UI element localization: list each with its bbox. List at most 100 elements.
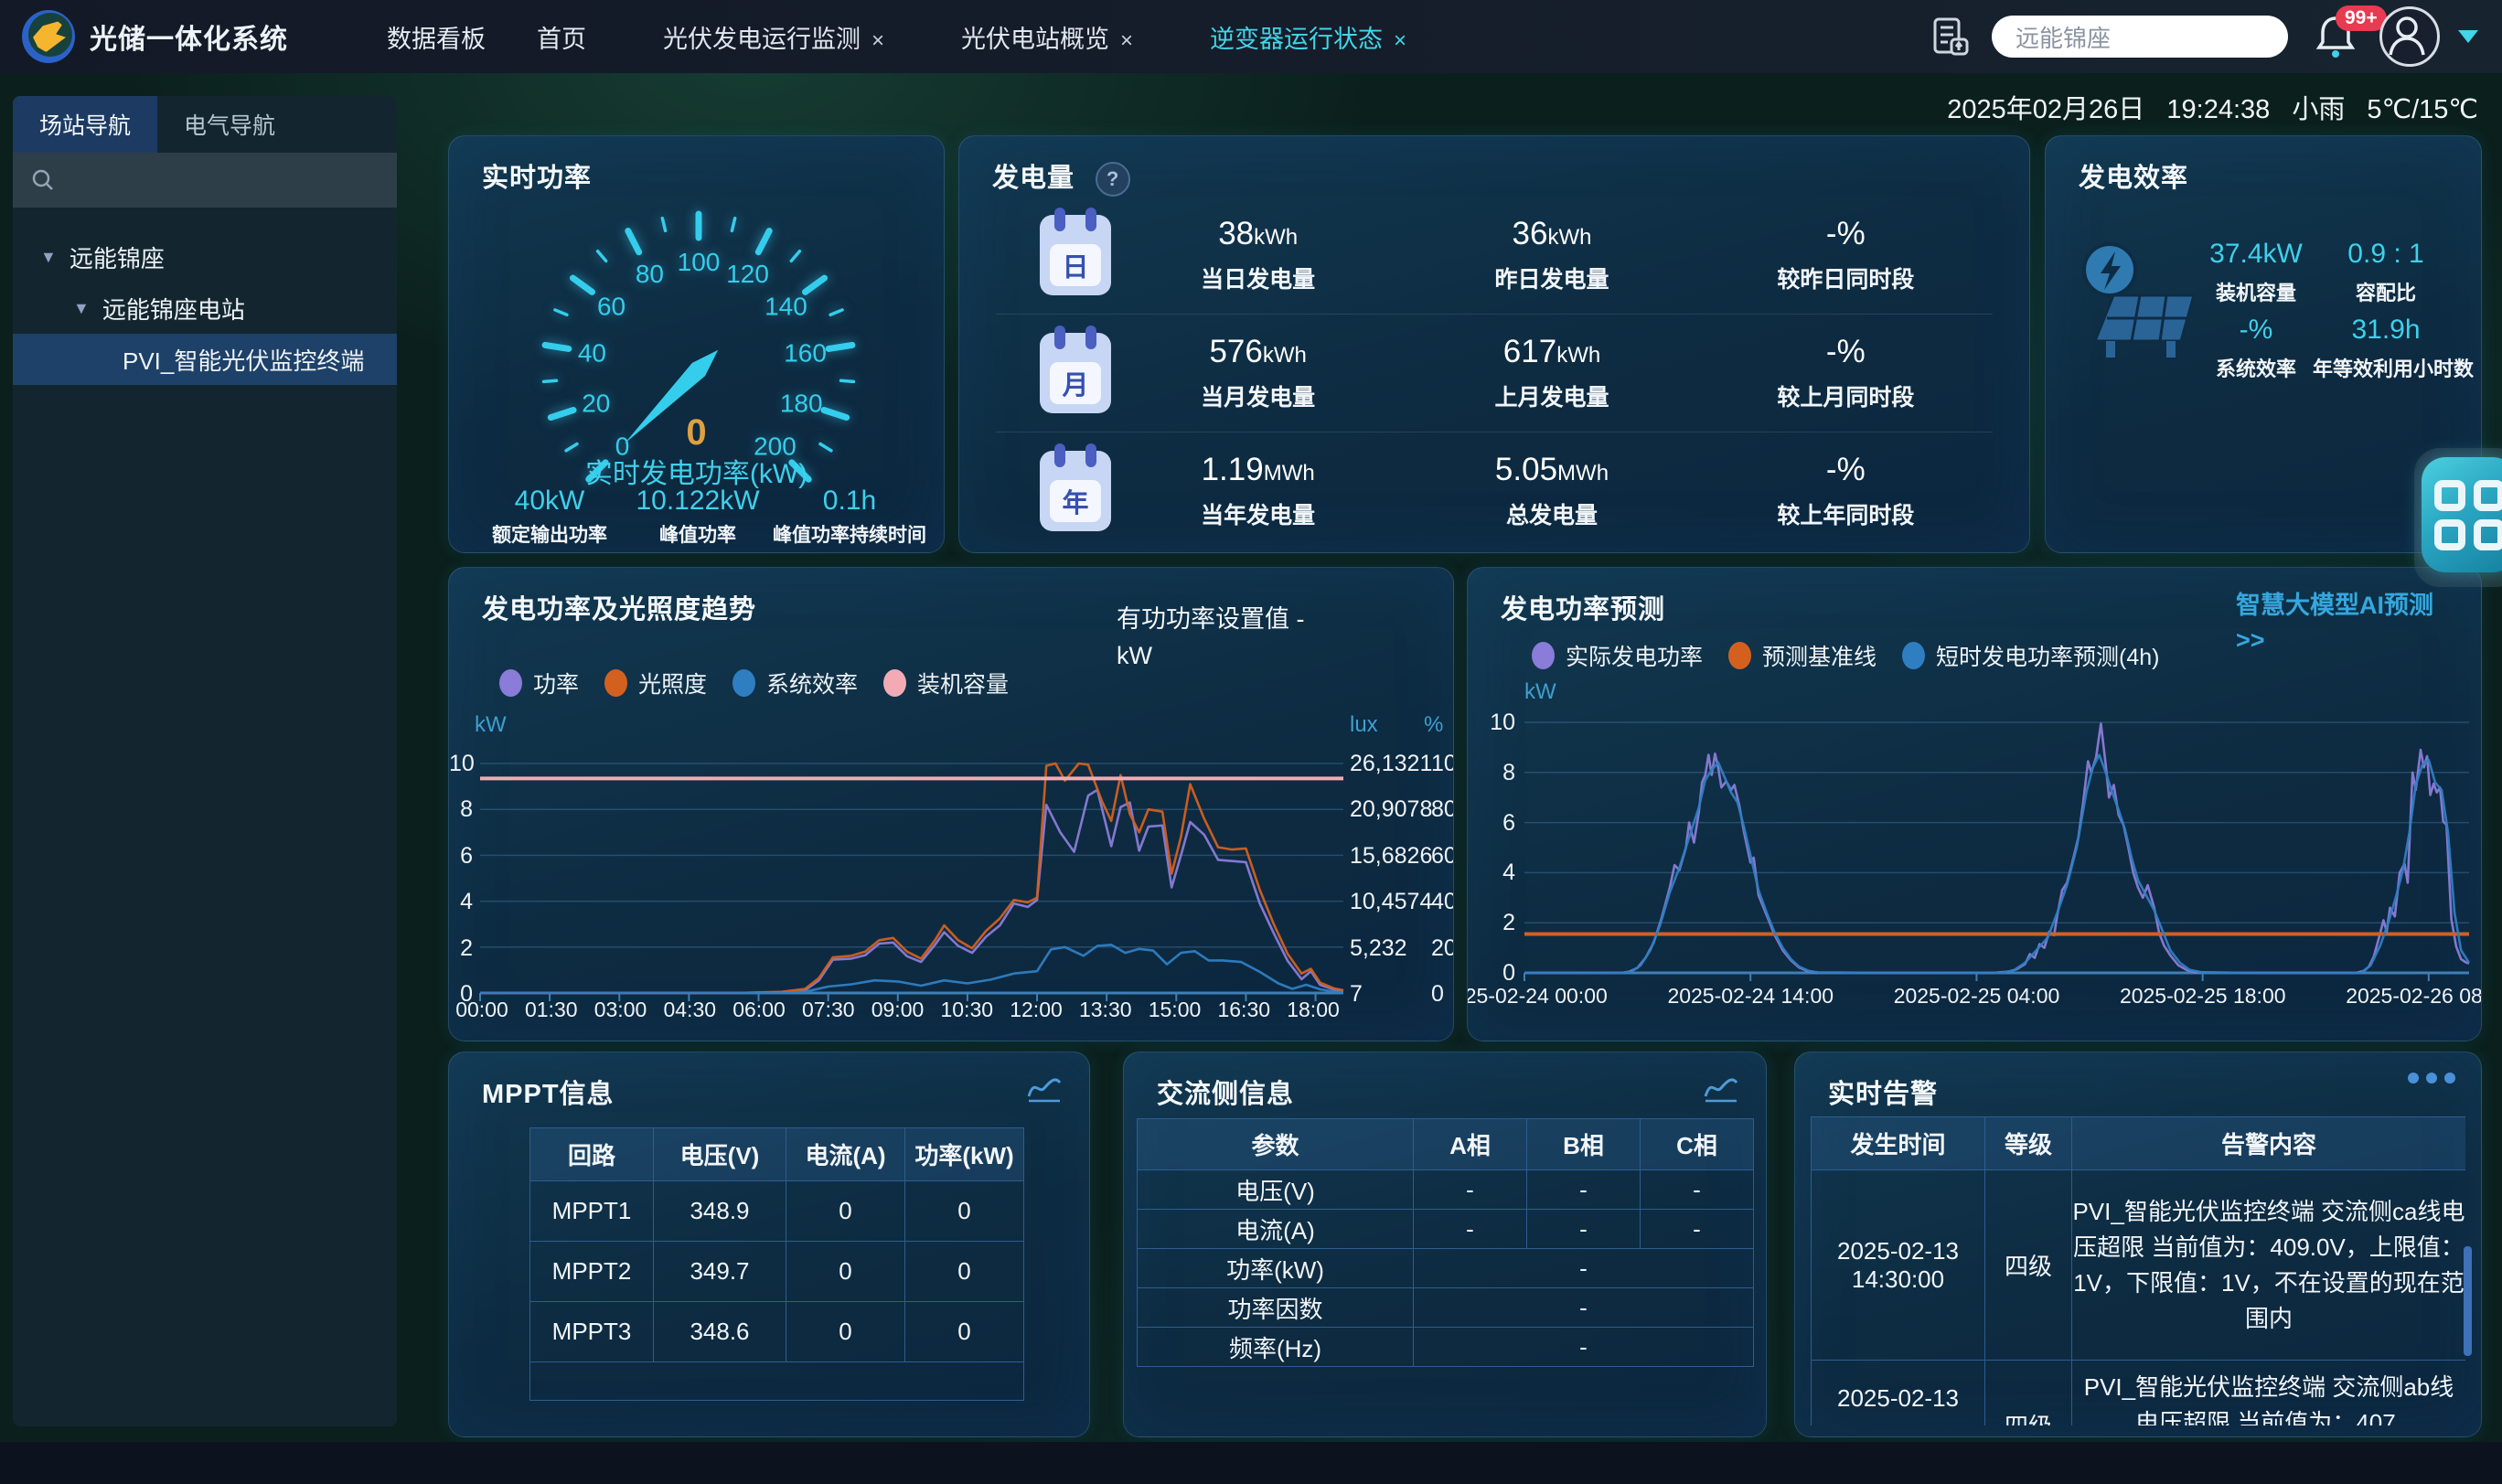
status-bar: 2025年02月26日 19:24:38 小雨 5℃/15℃ xyxy=(1932,88,2478,126)
search-input[interactable] xyxy=(1992,16,2288,58)
close-icon[interactable]: × xyxy=(1394,28,1406,53)
temperature: 5℃/15℃ xyxy=(2367,95,2478,124)
table-row: 功率因数- xyxy=(1138,1288,1754,1328)
table-header-row: 发生时间 等级 告警内容 xyxy=(1812,1117,2466,1170)
alarm-row: 2025-02-13 四级 PVI_智能光伏监控终端 交流侧ab线电压超限 当前… xyxy=(1812,1361,2466,1426)
panel-title: MPPT信息 xyxy=(482,1073,615,1111)
col-header: B相 xyxy=(1527,1119,1641,1170)
tree-expand-icon[interactable]: ▼ xyxy=(73,299,90,318)
tree-expand-icon[interactable]: ▼ xyxy=(40,248,57,267)
alarm-content: PVI_智能光伏监控终端 交流侧ab线电压超限 当前值为：407. xyxy=(2072,1361,2466,1426)
calendar-day-icon: 日 xyxy=(1040,215,1111,295)
scrollbar-thumb[interactable] xyxy=(2464,1246,2472,1356)
legend-dot xyxy=(1728,642,1751,669)
close-icon[interactable]: × xyxy=(871,28,884,53)
table-row: 电压(V)--- xyxy=(1138,1170,1754,1210)
power-irradiance-trend-panel: 发电功率及光照度趋势 有功功率设置值 -kW 功率 光照度 系统效率 装机容量 … xyxy=(448,567,1454,1041)
svg-text:80: 80 xyxy=(636,260,664,288)
legend-dot xyxy=(883,669,906,697)
sidebar-search-input[interactable] xyxy=(13,153,397,208)
legend-item-power[interactable]: 功率 xyxy=(499,667,579,699)
legend-item-short-term-forecast[interactable]: 短时发电功率预测(4h) xyxy=(1902,639,2159,672)
legend-item-actual-power[interactable]: 实际发电功率 xyxy=(1532,639,1703,672)
tree-node-plant[interactable]: ▼ 远能锦座电站 xyxy=(13,283,397,334)
x-axis-ticks: 2025-02-24 00:002025-02-24 14:002025-02-… xyxy=(1467,984,2482,1009)
panel-title-text: 发电量 xyxy=(992,164,1075,193)
help-icon[interactable]: ? xyxy=(1096,162,1130,197)
table-header-row: 回路 电压(V) 电流(A) 功率(kW) xyxy=(530,1128,1024,1181)
energy-panel: 发电量 ? 日 38kWh当日发电量 36kWh昨日发电量 -%较昨日同时段 月… xyxy=(958,135,2030,553)
sidebar-tab-electrical-nav[interactable]: 电气导航 xyxy=(157,96,302,153)
avatar[interactable] xyxy=(2379,6,2440,67)
energy-stat: -%较昨日同时段 xyxy=(1699,216,1993,294)
table-row: 频率(Hz)- xyxy=(1138,1328,1754,1367)
legend-item-installed-capacity[interactable]: 装机容量 xyxy=(883,667,1009,699)
more-options-icon[interactable] xyxy=(2408,1073,2455,1084)
energy-row-year: 年 1.19MWh当年发电量 5.05MWh总发电量 -%较上年同时段 xyxy=(996,432,1993,550)
app-title: 光储一体化系统 xyxy=(90,16,288,57)
line-chart-icon[interactable] xyxy=(1702,1073,1740,1105)
tree-node-label: 远能锦座 xyxy=(70,240,165,274)
energy-stat: -%较上年同时段 xyxy=(1699,452,1993,530)
legend-item-system-efficiency[interactable]: 系统效率 xyxy=(732,667,858,699)
x-axis-ticks: 00:0001:3003:0004:3006:0007:3009:0010:30… xyxy=(453,998,1342,1022)
table-row: 电流(A)--- xyxy=(1138,1210,1754,1249)
alarm-time: 2025-02-13 xyxy=(1812,1361,1985,1426)
tree-node-label: PVI_智能光伏监控终端 xyxy=(123,343,364,377)
nav-item-dashboard[interactable]: 数据看板 xyxy=(387,19,486,55)
col-header: 参数 xyxy=(1138,1119,1414,1170)
legend-dot xyxy=(732,669,755,697)
quick-menu-button[interactable] xyxy=(2422,457,2502,572)
legend-dot xyxy=(1532,642,1555,669)
report-icon[interactable] xyxy=(1930,16,1972,58)
calendar-year-icon: 年 xyxy=(1040,451,1111,531)
svg-text:40: 40 xyxy=(578,339,606,368)
energy-stat: 576kWh当月发电量 xyxy=(1111,334,1405,412)
ai-forecast-link[interactable]: 智慧大模型AI预测>> xyxy=(2236,588,2465,657)
col-header: 回路 xyxy=(530,1128,654,1181)
panel-title: 发电效率 xyxy=(2079,156,2188,195)
notifications-button[interactable]: 99+ xyxy=(2312,11,2363,62)
nav-tab-label: 光伏电站概览 xyxy=(961,26,1109,53)
mppt-info-panel: MPPT信息 回路 电压(V) 电流(A) 功率(kW) MPPT1348.90… xyxy=(448,1052,1090,1437)
notification-badge: 99+ xyxy=(2336,5,2387,31)
table-row: MPPT3348.600 xyxy=(530,1302,1024,1362)
chevron-down-icon[interactable] xyxy=(2458,30,2478,43)
sidebar-tab-station-nav[interactable]: 场站导航 xyxy=(13,96,157,153)
peak-duration-value: 0.1h xyxy=(749,486,945,517)
legend-item-baseline[interactable]: 预测基准线 xyxy=(1728,639,1876,672)
energy-row-month: 月 576kWh当月发电量 617kWh上月发电量 -%较上月同时段 xyxy=(996,315,1993,432)
user-icon xyxy=(2382,9,2432,59)
col-header: 电流(A) xyxy=(786,1128,905,1181)
alarm-content: PVI_智能光伏监控终端 交流侧ca线电压超限 当前值为：409.0V，上限值：… xyxy=(2072,1170,2466,1361)
legend-item-irradiance[interactable]: 光照度 xyxy=(604,667,707,699)
col-header: 发生时间 xyxy=(1812,1117,1985,1170)
energy-stat: 1.19MWh当年发电量 xyxy=(1111,452,1405,530)
col-header: 功率(kW) xyxy=(905,1128,1024,1181)
tree-node-terminal-selected[interactable]: PVI_智能光伏监控终端 xyxy=(13,334,397,385)
panel-title: 交流侧信息 xyxy=(1157,1073,1294,1111)
realtime-power-panel: 实时功率 020406080100120140160180200 0 实时发电功… xyxy=(448,135,945,553)
line-chart-icon[interactable] xyxy=(1025,1073,1064,1105)
col-header: A相 xyxy=(1414,1119,1527,1170)
close-icon[interactable]: × xyxy=(1120,28,1133,53)
legend-dot xyxy=(604,669,627,697)
tree-node-site[interactable]: ▼ 远能锦座 xyxy=(13,231,397,283)
nav-item-home[interactable]: 首页 xyxy=(537,19,586,55)
table-row-empty xyxy=(530,1362,1024,1401)
energy-stat: 38kWh当日发电量 xyxy=(1111,216,1405,294)
search-icon xyxy=(31,168,55,192)
nav-tab-inverter-status[interactable]: 逆变器运行状态× xyxy=(1210,19,1406,55)
alarm-table-viewport: 发生时间 等级 告警内容 2025-02-13 14:30:00 四级 PVI_… xyxy=(1811,1116,2465,1425)
nav-tab-station-overview[interactable]: 光伏电站概览 × xyxy=(961,19,1133,55)
energy-stat: 5.05MWh总发电量 xyxy=(1405,452,1698,530)
chart-legend: 实际发电功率 预测基准线 短时发电功率预测(4h) xyxy=(1532,639,2186,672)
alarm-time: 2025-02-13 14:30:00 xyxy=(1812,1170,1985,1361)
peak-duration-label: 峰值功率持续时间 xyxy=(740,520,945,548)
energy-row-day: 日 38kWh当日发电量 36kWh昨日发电量 -%较昨日同时段 xyxy=(996,197,1993,315)
chart-legend: 功率 光照度 系统效率 装机容量 xyxy=(499,667,1034,699)
nav-tab-pv-monitoring[interactable]: 光伏发电运行监测 × xyxy=(663,19,884,55)
nav-tab-label: 光伏发电运行监测 xyxy=(663,26,861,53)
panel-title: 发电量 ? xyxy=(992,156,1130,197)
gauge-value: 0 xyxy=(449,412,944,454)
